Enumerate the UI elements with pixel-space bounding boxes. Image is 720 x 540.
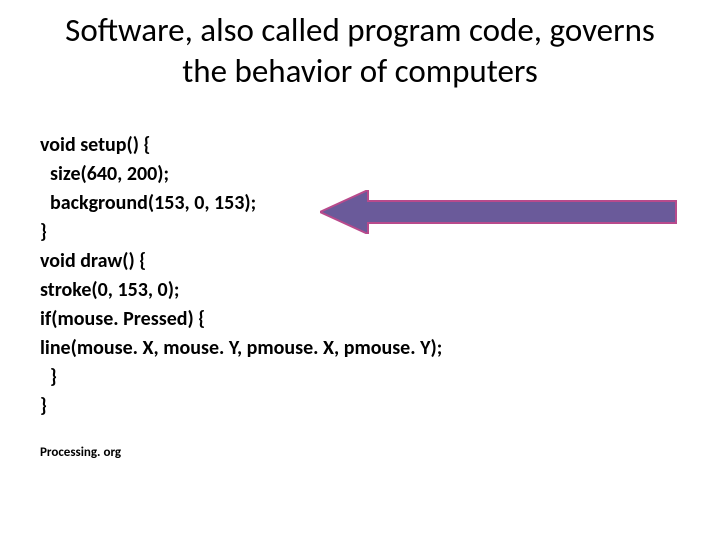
code-block: void setup() { size(640, 200); backgroun… [40, 131, 680, 421]
code-line-6: stroke(0, 153, 0); [40, 276, 680, 305]
code-line-9: } [40, 363, 680, 392]
code-line-10: } [40, 392, 680, 421]
code-line-7: if(mouse. Pressed) { [40, 305, 680, 334]
source-credit: Processing. org [40, 445, 680, 460]
code-line-2: size(640, 200); [40, 160, 680, 189]
slide-title: Software, also called program code, gove… [40, 10, 680, 93]
left-arrow-icon [320, 190, 678, 234]
code-line-1: void setup() { [40, 131, 680, 160]
code-line-5: void draw() { [40, 247, 680, 276]
code-line-8: line(mouse. X, mouse. Y, pmouse. X, pmou… [40, 334, 680, 363]
